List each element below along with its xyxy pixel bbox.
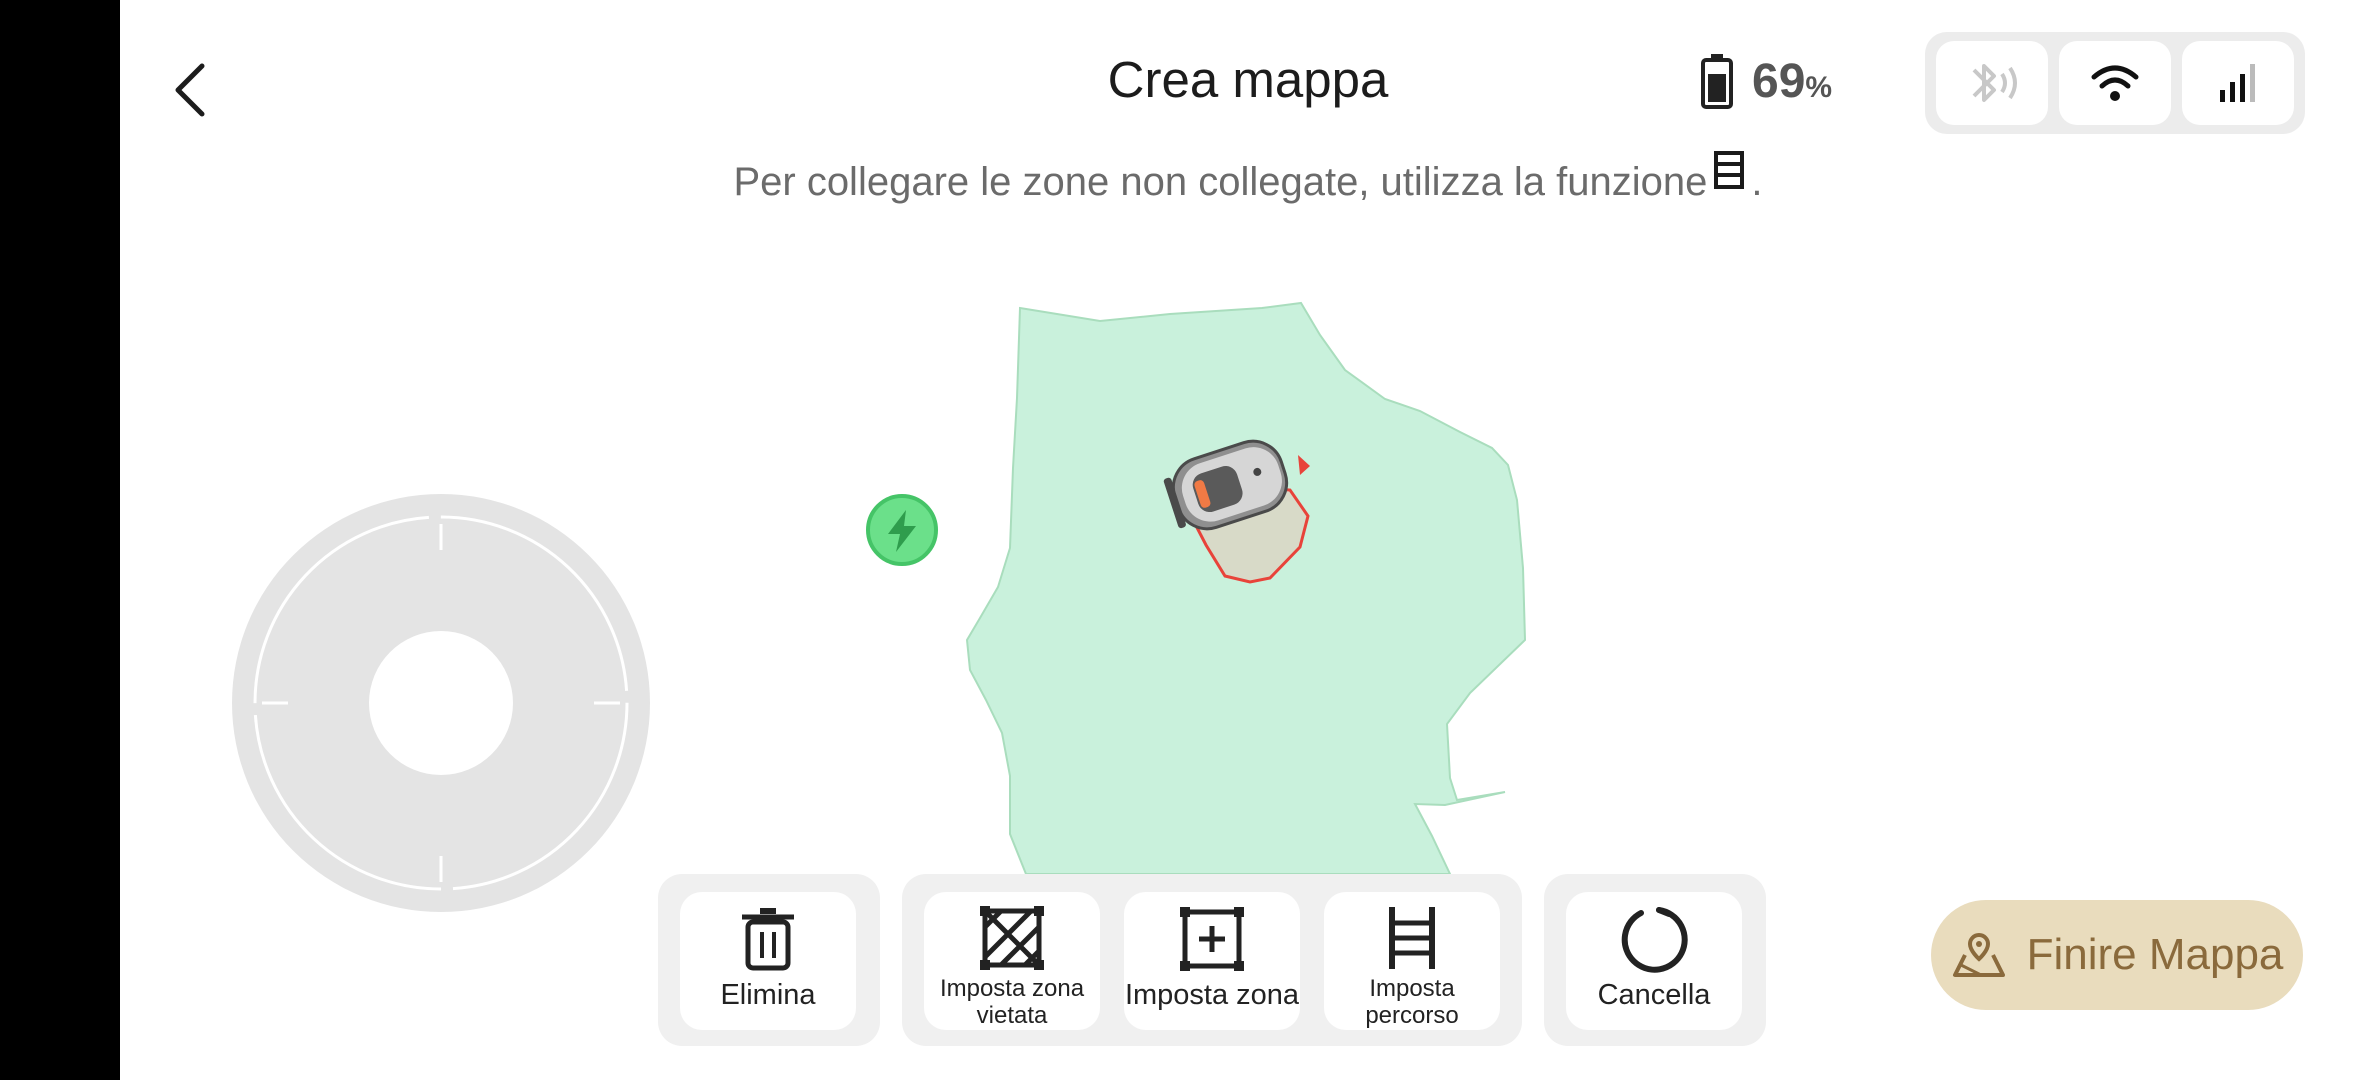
finish-map-button[interactable]: Finire Mappa xyxy=(1931,900,2303,1010)
no-go-zone-button[interactable]: Imposta zona vietata xyxy=(924,892,1100,1030)
finish-map-label: Finire Mappa xyxy=(2026,930,2284,979)
cancel-button[interactable]: Cancella xyxy=(1566,892,1742,1030)
battery-icon xyxy=(1701,54,1733,109)
wifi-icon xyxy=(2091,65,2139,101)
add-zone-icon xyxy=(1180,907,1244,971)
toolbar-group-zones: Imposta zona vietata Imposta zona Impost… xyxy=(902,874,1522,1046)
lawn-area xyxy=(965,301,1527,875)
joystick-knob[interactable] xyxy=(369,631,513,775)
delete-button[interactable]: Elimina xyxy=(680,892,856,1030)
cancel-label: Cancella xyxy=(1597,979,1711,1011)
toolbar-group-delete: Elimina xyxy=(658,874,880,1046)
cellular-signal-icon xyxy=(2220,64,2255,102)
connect-zones-hint: Per collegare le zone non collegate, uti… xyxy=(0,151,2376,205)
bluetooth-icon xyxy=(1972,64,2017,102)
bluetooth-status[interactable] xyxy=(1936,41,2048,125)
battery-status: 69% xyxy=(1700,52,1832,110)
cellular-status[interactable] xyxy=(2182,41,2294,125)
charging-station-icon[interactable] xyxy=(866,494,938,566)
ladder-icon xyxy=(1389,907,1435,970)
no-go-zone-icon xyxy=(980,906,1044,971)
joystick[interactable] xyxy=(232,494,650,912)
delete-label: Elimina xyxy=(720,979,816,1011)
map-pin-icon xyxy=(1952,932,2005,977)
no-go-zone-label: Imposta zona vietata xyxy=(939,974,1085,1030)
set-path-button[interactable]: Imposta percorso xyxy=(1324,892,1500,1030)
ladder-icon xyxy=(1711,150,1747,200)
set-path-label: Imposta percorso xyxy=(1365,974,1459,1030)
battery-level: 69% xyxy=(1752,54,1833,108)
connection-status-group xyxy=(1925,32,2305,134)
set-zone-button[interactable]: Imposta zona xyxy=(1124,892,1300,1030)
trash-icon xyxy=(742,908,794,971)
wifi-status[interactable] xyxy=(2059,41,2171,125)
undo-icon xyxy=(1621,907,1688,973)
set-zone-label: Imposta zona xyxy=(1124,979,1300,1011)
toolbar-group-cancel: Cancella xyxy=(1544,874,1766,1046)
